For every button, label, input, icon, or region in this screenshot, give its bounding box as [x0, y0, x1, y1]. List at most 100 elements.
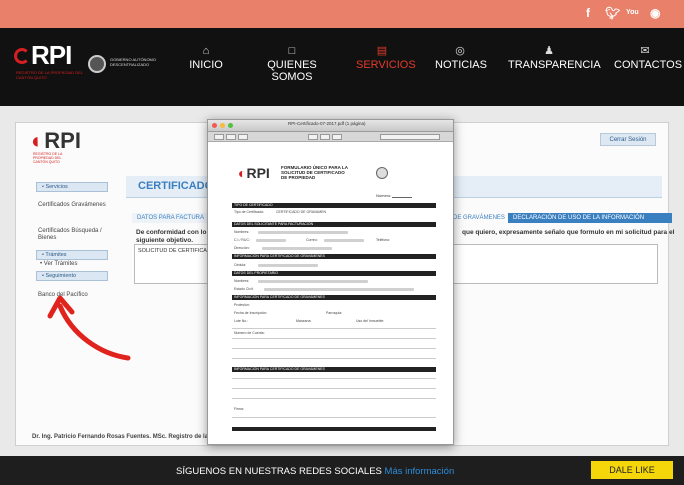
doc-number-value [392, 197, 412, 198]
close-session-button[interactable]: Cerrar Sesión [600, 133, 656, 146]
sidebar-cert-busqueda[interactable]: Certificados Búsqueda / Bienes [38, 228, 118, 242]
doc-seal-icon [376, 167, 388, 179]
doc-field-label: Uso del Inmueble: [356, 319, 385, 323]
doc-field-label: Nombres: [234, 230, 250, 234]
window-titlebar[interactable]: RPI-Certificado-07-2017.pdf (1 página) [208, 120, 453, 132]
youtube-icon[interactable]: You [626, 9, 639, 16]
mail-icon: ✉ [640, 45, 650, 57]
annotate-button[interactable] [308, 134, 318, 140]
share-button[interactable] [320, 134, 330, 140]
sidebar-ver-tramites[interactable]: • Ver Trámites [40, 261, 120, 268]
zoom-out-button[interactable] [226, 134, 236, 140]
doc-field-label: C.I / RUC: [234, 238, 250, 242]
doc-divider [232, 388, 436, 389]
doc-section: TIPO DE CERTIFICADO [232, 203, 436, 208]
doc-divider [232, 328, 436, 329]
home-icon: ⌂ [202, 45, 210, 57]
nav-inicio[interactable]: ⌂ INICIO [186, 45, 226, 71]
pdf-document: ◐RPI FORMULARIO ÚNICO PARA LA SOLICITUD … [216, 145, 447, 441]
doc-divider [232, 398, 436, 399]
twitter-icon[interactable]: 🐦︎ [605, 6, 620, 20]
minimize-window-icon[interactable] [220, 123, 225, 128]
maximize-window-icon[interactable] [228, 123, 233, 128]
sidebar-cert-gravamenes[interactable]: Certificados Gravámenes [38, 202, 118, 209]
redacted-field [258, 231, 348, 234]
doc-heading: FORMULARIO ÚNICO PARA LA SOLICITUD DE CE… [281, 165, 348, 180]
folder-icon: ▤ [376, 45, 388, 57]
redacted-field [258, 264, 318, 267]
more-info-link[interactable]: Más información [385, 466, 455, 477]
doc-logo: ◐RPI [238, 165, 270, 181]
sidebar-banco-pacifico[interactable]: Banco del Pacífico [38, 292, 118, 299]
sidebar-toggle-button[interactable] [214, 134, 224, 140]
doc-divider [232, 378, 436, 379]
user-icon: ♟ [544, 45, 554, 57]
doc-section: INFORMACIÓN PARA CERTIFICADO DE GRAVÁMEN… [232, 295, 436, 300]
redacted-field [324, 239, 364, 242]
doc-section: DATOS DEL SOLICITANTE PARA FACTURACIÓN [232, 222, 436, 227]
doc-field-label: Cédula: [234, 263, 247, 267]
doc-field-label: Dirección: [234, 246, 250, 250]
sidebar-seguimiento[interactable]: • Seguimiento [36, 271, 108, 281]
footer-signature: Dr. Ing. Patricio Fernando Rosas Fuentes… [32, 434, 209, 440]
doc-field-label: Estado Civil: [234, 287, 254, 291]
doc-section: DATOS DEL PROPIETARIO [232, 271, 436, 276]
doc-field-label: Parroquia: [326, 311, 343, 315]
sidebar-servicios[interactable]: • Servicios [36, 182, 108, 192]
nav-quienes-somos[interactable]: □ QUIENES SOMOS [253, 45, 331, 83]
document-icon: □ [288, 45, 296, 57]
doc-field-label: Nombres: [234, 279, 250, 283]
redacted-field [262, 247, 332, 250]
nav-contactos[interactable]: ✉ CONTACTOS [614, 45, 682, 71]
tab-gravamenes[interactable]: DE GRAVÁMENES [448, 213, 510, 223]
doc-divider [232, 348, 436, 349]
doc-section: INFORMACIÓN PARA CERTIFICADO DE GRAVÁMEN… [232, 254, 436, 259]
doc-field-label: Teléfono: [376, 238, 391, 242]
doc-field-label: Manzana: [296, 319, 312, 323]
instagram-icon[interactable]: ◉ [650, 6, 660, 20]
sidebar-tramites[interactable]: • Trámites [36, 250, 108, 260]
rpi-logo-icon [14, 48, 30, 64]
window-title: RPI-Certificado-07-2017.pdf (1 página) [288, 121, 366, 126]
redacted-field [264, 288, 414, 291]
app-logo: ◐RPI [31, 128, 81, 153]
doc-number-label: Número: [376, 193, 392, 198]
globe-icon: ◎ [455, 45, 465, 57]
doc-field-label: Correo: [306, 238, 318, 242]
doc-field-label: Firma: [234, 407, 244, 411]
doc-field-label: Lote No.: [234, 319, 249, 323]
zoom-in-button[interactable] [238, 134, 248, 140]
government-seal-icon [88, 55, 106, 73]
page-title: CERTIFICADO [138, 180, 214, 192]
app-logo-subtitle: REGISTRO DE LA PROPIEDAD DEL CANTÓN QUIT… [33, 152, 63, 164]
follow-text: SÍGUENOS EN NUESTRAS REDES SOCIALES Más … [176, 466, 455, 477]
declaration-text-right: que quiero, expresamente señalo que form… [462, 229, 675, 236]
search-input[interactable] [380, 134, 440, 140]
nav-servicios[interactable]: ▤ SERVICIOS [356, 45, 416, 71]
pdf-toolbar [208, 132, 453, 142]
redacted-field [258, 280, 368, 283]
social-bar [0, 0, 684, 28]
tab-datos-factura[interactable]: DATOS PARA FACTURA [132, 213, 210, 223]
doc-field-label: Tipo de Certificado: [234, 210, 265, 214]
government-text: GOBIERNO AUTÓNOMO DESCENTRALIZADO [110, 57, 157, 67]
nav-transparencia[interactable]: ♟ TRANSPARENCIA [508, 45, 601, 71]
doc-divider [232, 358, 436, 359]
doc-field-label: Número de Cuenta: [234, 331, 265, 335]
doc-field-label: Fecha de Inscripción: [234, 311, 268, 315]
doc-divider [232, 417, 436, 418]
tab-declaracion-uso[interactable]: DECLARACIÓN DE USO DE LA INFORMACIÓN [508, 213, 672, 223]
facebook-icon[interactable]: f [586, 6, 590, 20]
doc-field-label: Profesión: [234, 303, 250, 307]
site-logo[interactable]: RPI [31, 40, 72, 71]
close-window-icon[interactable] [212, 123, 217, 128]
pdf-viewer-window[interactable]: RPI-Certificado-07-2017.pdf (1 página) ◐… [207, 119, 454, 445]
markup-button[interactable] [332, 134, 342, 140]
logo-subtitle: REGISTRO DE LA PROPIEDAD DEL CANTÓN QUIT… [16, 70, 83, 80]
doc-field-value: CERTIFICADO DE GRAVAMEN [276, 210, 326, 214]
nav-noticias[interactable]: ◎ NOTICIAS [435, 45, 487, 71]
redacted-field [256, 239, 286, 242]
doc-section: INFORMACIÓN PARA CERTIFICADO DE GRAVÁMEN… [232, 367, 436, 372]
doc-footer-bar [232, 427, 436, 431]
like-button[interactable]: DALE LIKE [591, 461, 673, 479]
